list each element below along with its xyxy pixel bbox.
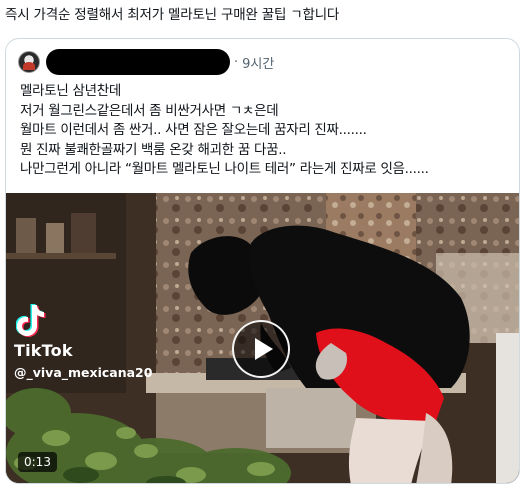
avatar[interactable] [18, 51, 40, 73]
tiktok-logo-icon [16, 304, 46, 337]
redacted-username [46, 49, 230, 75]
timestamp[interactable]: 9시간 [242, 53, 274, 72]
tiktok-watermark-brand: TikTok [14, 341, 73, 360]
video-duration-badge: 0:13 [18, 452, 57, 472]
play-button[interactable] [232, 320, 290, 378]
quote-line: 저거 월그린스같은데서 좀 비싼거사면 ㄱㅊ은데 [20, 102, 279, 119]
quote-line: 월마트 이런데서 좀 싼거.. 사면 잠은 잘오는데 꿈자리 진짜....... [20, 122, 367, 139]
play-icon [254, 338, 273, 360]
quote-line: 뭔 진짜 불쾌한골짜기 백룸 온갖 해괴한 꿈 다꿈.. [20, 141, 287, 158]
time-separator: · [234, 54, 239, 70]
quoted-tweet-header: · 9시간 [18, 49, 274, 75]
post-text: 즉시 가격순 정렬해서 최저가 멜라토닌 구매완 꿀팁 ㄱ합니다 [5, 7, 340, 23]
quoted-tweet-card[interactable]: · 9시간 멜라토닌 삼년찬데 저거 월그린스같은데서 좀 비싼거사면 ㄱㅊ은데… [5, 38, 520, 484]
quoted-tweet-body: 멜라토닌 삼년찬데 저거 월그린스같은데서 좀 비싼거사면 ㄱㅊ은데 월마트 이… [20, 82, 429, 180]
quote-line: 나만그런게 아니라 “월마트 멜라토닌 나이트 테러” 라는게 진짜로 잇음..… [20, 161, 429, 178]
tiktok-watermark-handle: @_viva_mexicana20 [14, 365, 153, 380]
video-player[interactable]: TikTok @_viva_mexicana20 0:13 [6, 193, 519, 483]
quote-line: 멜라토닌 삼년찬데 [20, 83, 121, 99]
